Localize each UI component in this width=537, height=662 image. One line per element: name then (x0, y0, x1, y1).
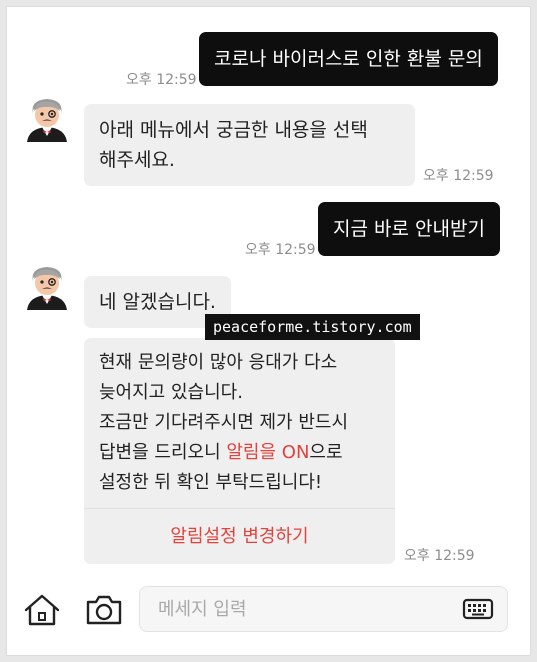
outgoing-message-bubble[interactable]: 코로나 바이러스로 인한 환불 문의 (199, 32, 498, 86)
watermark: peaceforme.tistory.com (205, 314, 420, 340)
camera-icon (86, 595, 122, 625)
agent-avatar-icon (27, 99, 67, 142)
notice-text: 답변을 드리오니 (99, 442, 227, 463)
agent-avatar-icon (27, 267, 67, 310)
notification-settings-button[interactable]: 알림설정 변경하기 (84, 508, 395, 564)
notice-text: 으로 (309, 442, 343, 463)
message-input-box[interactable] (139, 586, 508, 632)
notice-highlight: 알림을 ON (226, 442, 310, 463)
notice-line: 조금만 기다려주시면 제가 반드시 (99, 412, 349, 433)
incoming-message-bubble: 아래 메뉴에서 궁금한 내용을 선택 해주세요. (84, 104, 415, 186)
agent-avatar (24, 94, 70, 142)
home-button[interactable] (20, 588, 64, 632)
outgoing-message-bubble[interactable]: 지금 바로 안내받기 (318, 202, 500, 256)
message-timestamp: 오후 12:59 (245, 242, 316, 258)
home-icon (24, 594, 60, 626)
notice-line: 늦어지고 있습니다. (99, 382, 243, 403)
notice-line: 답변을 드리오니 알림을 ON으로 (99, 438, 380, 468)
message-timestamp: 오후 12:59 (423, 168, 494, 184)
message-line: 아래 메뉴에서 궁금한 내용을 선택 (99, 119, 368, 141)
notice-line: 설정한 뒤 확인 부탁드립니다! (99, 472, 323, 493)
message-input-bar (6, 578, 531, 648)
keyboard-icon (462, 598, 494, 620)
message-input[interactable] (158, 587, 448, 631)
keyboard-button[interactable] (462, 595, 494, 623)
message-timestamp: 오후 12:59 (126, 72, 197, 88)
camera-button[interactable] (82, 588, 126, 632)
notice-line: 현재 문의량이 많아 응대가 다소 (99, 352, 338, 373)
notice-card: 현재 문의량이 많아 응대가 다소 늦어지고 있습니다. 조금만 기다려주시면 … (84, 338, 395, 564)
message-timestamp: 오후 12:59 (404, 548, 475, 564)
agent-avatar (24, 262, 70, 310)
message-line: 해주세요. (99, 149, 175, 171)
notice-card-body: 현재 문의량이 많아 응대가 다소 늦어지고 있습니다. 조금만 기다려주시면 … (84, 338, 395, 498)
